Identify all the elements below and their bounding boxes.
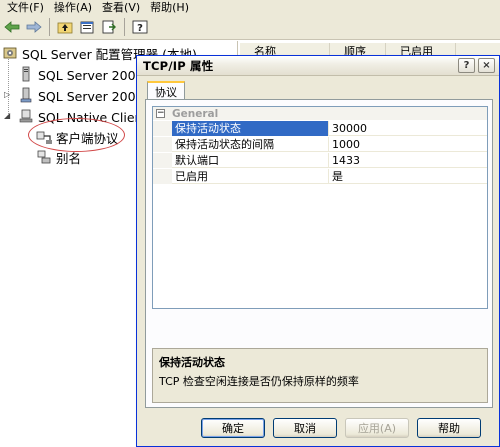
protocol-icon (36, 129, 52, 145)
server-icon (18, 66, 34, 82)
category-label: General (172, 107, 219, 120)
menu-view[interactable]: 查看(V) (97, 0, 145, 15)
property-name: 默认端口 (172, 153, 329, 168)
properties-icon[interactable] (77, 17, 97, 37)
property-name: 保持活动状态 (172, 121, 329, 136)
property-value[interactable]: 30000 (329, 121, 487, 136)
cancel-button[interactable]: 取消 (273, 418, 337, 438)
up-folder-icon[interactable] (55, 17, 75, 37)
collapse-icon[interactable]: − (156, 109, 165, 118)
property-row[interactable]: 已启用 是 (153, 169, 487, 184)
tree-connector (8, 59, 9, 114)
tcpip-properties-dialog: TCP/IP 属性 ? × 协议 − General 保持活动状态 30000 … (136, 55, 500, 447)
property-value[interactable]: 1000 (329, 137, 487, 152)
tab-protocol[interactable]: 协议 (147, 81, 185, 100)
forward-icon[interactable] (24, 17, 44, 37)
menu-action[interactable]: 操作(A) (49, 0, 97, 15)
export-icon[interactable] (99, 17, 119, 37)
ok-button[interactable]: 确定 (201, 418, 265, 438)
svg-text:?: ? (137, 23, 143, 34)
network-icon (18, 87, 34, 103)
property-category: − General (153, 107, 487, 120)
property-row[interactable]: 保持活动状态的间隔 1000 (153, 137, 487, 152)
tree-item-aliases[interactable]: 别名 (36, 147, 81, 167)
alias-icon (36, 149, 52, 165)
tree-item-label: 别名 (56, 150, 82, 166)
help-icon[interactable]: ? (130, 17, 150, 37)
apply-button[interactable]: 应用(A) (345, 418, 409, 438)
property-value[interactable]: 1433 (329, 153, 487, 168)
tree-item-label: 客户端协议 (56, 130, 119, 146)
toolbar-separator (124, 18, 125, 36)
close-icon[interactable]: × (478, 58, 495, 73)
collapse-icon[interactable]: ◢ (4, 111, 10, 120)
toolbar: ? (0, 15, 500, 40)
description-text: TCP 检查空闲连接是否仍保持原样的频率 (159, 375, 359, 388)
property-description: 保持活动状态 TCP 检查空闲连接是否仍保持原样的频率 (152, 348, 488, 403)
property-value[interactable]: 是 (329, 169, 487, 184)
client-icon (18, 108, 34, 124)
property-row[interactable]: 保持活动状态 30000 (153, 121, 487, 136)
tree-item-client-protocols[interactable]: 客户端协议 (36, 127, 119, 147)
back-icon[interactable] (2, 17, 22, 37)
config-manager-icon (2, 45, 18, 61)
tab-panel: − General 保持活动状态 30000 保持活动状态的间隔 1000 默认… (145, 99, 493, 408)
menu-bar: 文件(F) 操作(A) 查看(V) 帮助(H) (0, 0, 500, 15)
help-question-icon[interactable]: ? (458, 58, 475, 73)
dialog-title: TCP/IP 属性 (143, 58, 214, 73)
toolbar-separator (49, 18, 50, 36)
help-button[interactable]: 帮助 (417, 418, 481, 438)
property-name: 保持活动状态的间隔 (172, 137, 329, 152)
property-grid: − General 保持活动状态 30000 保持活动状态的间隔 1000 默认… (152, 106, 488, 309)
expand-icon[interactable]: ▷ (4, 90, 10, 99)
description-title: 保持活动状态 (159, 356, 225, 369)
property-name: 已启用 (172, 169, 329, 184)
dialog-titlebar[interactable]: TCP/IP 属性 ? × (137, 56, 499, 76)
menu-file[interactable]: 文件(F) (2, 0, 49, 15)
property-row[interactable]: 默认端口 1433 (153, 153, 487, 168)
menu-help[interactable]: 帮助(H) (145, 0, 194, 15)
